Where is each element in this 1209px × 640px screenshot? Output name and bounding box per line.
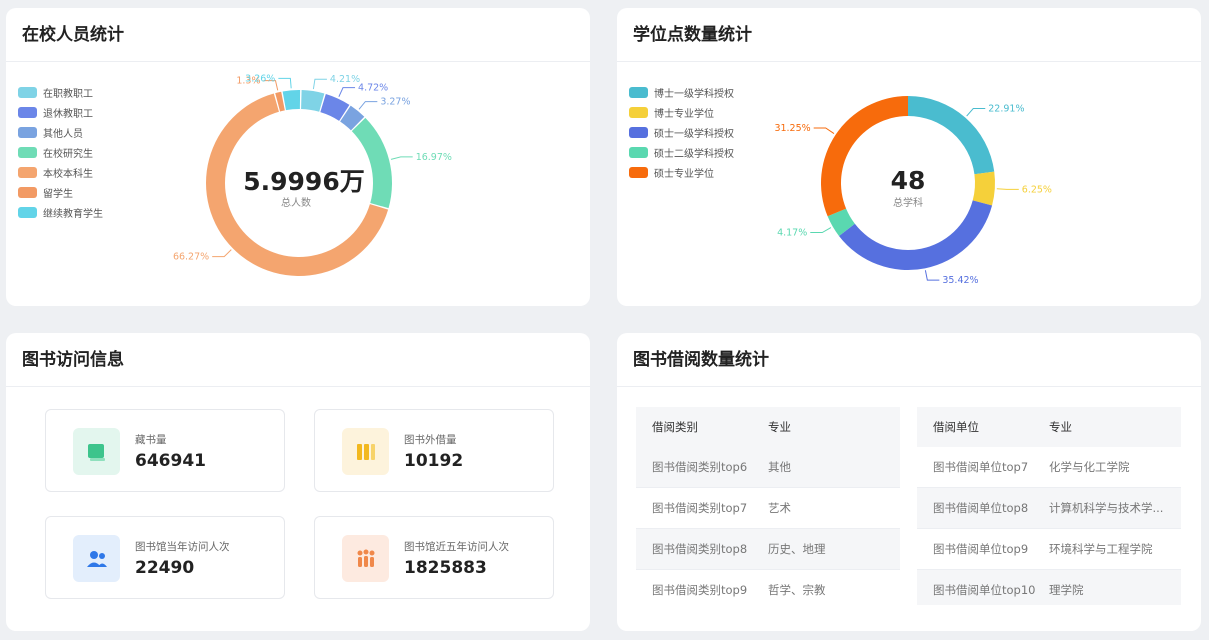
table-row: 图书借阅单位top10 理学院 xyxy=(917,570,1181,605)
panel-title: 图书访问信息 xyxy=(6,333,590,387)
table-header: 借阅单位 专业 xyxy=(917,407,1181,447)
donut-slice[interactable] xyxy=(908,96,995,175)
table-cell: 图书借阅类别top9 xyxy=(652,583,748,597)
borrow-panel: 图书借阅数量统计 借阅类别 专业 图书借阅类别top6 其他 图书借阅类别top… xyxy=(617,333,1201,631)
slice-label: 3.27% xyxy=(380,97,410,108)
slice-leader-line xyxy=(924,270,940,281)
group-icon xyxy=(342,535,389,582)
table-row: 图书借阅单位top9 环境科学与工程学院 xyxy=(917,529,1181,570)
card-label: 图书馆近五年访问人次 xyxy=(404,541,509,553)
column-header: 借阅单位 xyxy=(933,420,979,434)
card-value: 1825883 xyxy=(404,558,487,578)
card-value: 646941 xyxy=(135,451,206,471)
five-year-visits-card: 图书馆近五年访问人次 1825883 xyxy=(314,516,554,599)
annual-visits-card: 图书馆当年访问人次 22490 xyxy=(45,516,285,599)
collection-card: 藏书量 646941 xyxy=(45,409,285,492)
column-header: 借阅类别 xyxy=(652,420,698,434)
table-cell: 哲学、宗教 xyxy=(768,583,826,597)
borrow-category-table: 借阅类别 专业 图书借阅类别top6 其他 图书借阅类别top7 艺术 图书借阅… xyxy=(636,407,900,605)
slice-label: 22.91% xyxy=(988,104,1024,115)
slice-label: 4.17% xyxy=(777,228,807,239)
table-cell: 图书借阅单位top10 xyxy=(933,583,1036,597)
table-row: 图书借阅类别top6 其他 xyxy=(636,447,900,488)
donut-slice[interactable] xyxy=(838,200,993,271)
table-cell: 其他 xyxy=(768,460,791,474)
degree-panel: 学位点数量统计 博士一级学科授权 博士专业学位 硕士一级学科授权 硕士二级学科授权 硕士… xyxy=(617,8,1201,306)
degree-donut-chart: 22.91% 6.25% 35.42% 4.17% 31.25% 48 总学科 xyxy=(774,96,1052,286)
slice-leader-line xyxy=(312,78,327,90)
card-label: 图书馆当年访问人次 xyxy=(135,541,230,553)
column-header: 专业 xyxy=(1049,420,1072,434)
table-row: 图书借阅单位top8 计算机科学与技术学... xyxy=(917,488,1181,529)
table-row: 图书借阅类别top9 哲学、宗教 xyxy=(636,570,900,605)
total-people-value: 5.9996万 xyxy=(243,167,364,196)
table-cell: 图书借阅单位top7 xyxy=(933,460,1029,474)
card-value: 10192 xyxy=(404,451,464,471)
donut-slice[interactable] xyxy=(301,90,325,112)
card-label: 图书外借量 xyxy=(404,434,457,446)
table-cell: 历史、地理 xyxy=(768,542,826,556)
slice-leader-line xyxy=(212,249,232,258)
table-row: 图书借阅单位top7 化学与化工学院 xyxy=(917,447,1181,488)
total-subjects-value: 48 xyxy=(891,166,926,195)
book-icon xyxy=(73,428,120,475)
card-label: 藏书量 xyxy=(135,434,167,446)
total-people-label: 总人数 xyxy=(281,196,311,209)
slice-leader-line xyxy=(278,77,292,89)
slice-label: 6.25% xyxy=(1022,184,1052,195)
slice-label: 4.72% xyxy=(358,83,388,94)
column-header: 专业 xyxy=(768,420,791,434)
card-value: 22490 xyxy=(135,558,195,578)
slice-leader-line xyxy=(810,227,832,234)
slice-label: 31.25% xyxy=(774,123,810,134)
slice-label: 35.42% xyxy=(942,275,978,286)
borrow-unit-table: 借阅单位 专业 图书借阅单位top7 化学与化工学院 图书借阅单位top8 计算… xyxy=(917,407,1181,605)
slice-leader-line xyxy=(358,101,378,110)
table-cell: 计算机科学与技术学... xyxy=(1049,501,1164,515)
table-cell: 理学院 xyxy=(1049,583,1084,597)
table-cell: 环境科学与工程学院 xyxy=(1049,542,1153,556)
total-subjects-label: 总学科 xyxy=(893,196,923,209)
table-cell: 图书借阅类别top6 xyxy=(652,460,748,474)
table-cell: 图书借阅单位top8 xyxy=(933,501,1029,515)
donut-slice[interactable] xyxy=(972,171,995,206)
slice-leader-line xyxy=(338,87,356,97)
slice-leader-line xyxy=(390,156,413,160)
loans-card: 图书外借量 10192 xyxy=(314,409,554,492)
table-cell: 图书借阅类别top7 xyxy=(652,501,748,515)
table-cell: 图书借阅单位top9 xyxy=(933,542,1029,556)
users-icon xyxy=(73,535,120,582)
slice-leader-line xyxy=(966,108,986,117)
slice-label: 66.27% xyxy=(173,252,209,263)
personnel-donut-chart: 4.21%4.72%3.27%16.97%66.27%1.3%3.26% 5.9… xyxy=(173,73,452,276)
slice-label: 3.26% xyxy=(245,73,275,84)
slice-leader-line xyxy=(996,188,1019,190)
table-row: 图书借阅类别top8 历史、地理 xyxy=(636,529,900,570)
donut-slice[interactable] xyxy=(282,90,301,111)
table-header: 借阅类别 专业 xyxy=(636,407,900,447)
table-body[interactable]: 图书借阅类别top6 其他 图书借阅类别top7 艺术 图书借阅类别top8 历… xyxy=(636,447,900,605)
table-cell: 化学与化工学院 xyxy=(1049,460,1130,474)
personnel-panel: 在校人员统计 在职教职工 退休教职工 其他人员 在校研究生 本校本科生 留学生 继续教育学生… xyxy=(6,8,590,306)
table-body[interactable]: 图书借阅单位top7 化学与化工学院 图书借阅单位top8 计算机科学与技术学.… xyxy=(917,447,1181,605)
table-row: 图书借阅类别top7 艺术 xyxy=(636,488,900,529)
panel-title: 图书借阅数量统计 xyxy=(617,333,1201,387)
slice-label: 4.21% xyxy=(330,74,360,85)
table-cell: 图书借阅类别top8 xyxy=(652,542,748,556)
library-panel: 图书访问信息 藏书量 646941 图书外借量 10192 图书馆当年访问人次 … xyxy=(6,333,590,631)
books-icon xyxy=(342,428,389,475)
slice-leader-line xyxy=(813,127,835,134)
slice-label: 16.97% xyxy=(416,152,452,163)
table-cell: 艺术 xyxy=(768,501,791,515)
